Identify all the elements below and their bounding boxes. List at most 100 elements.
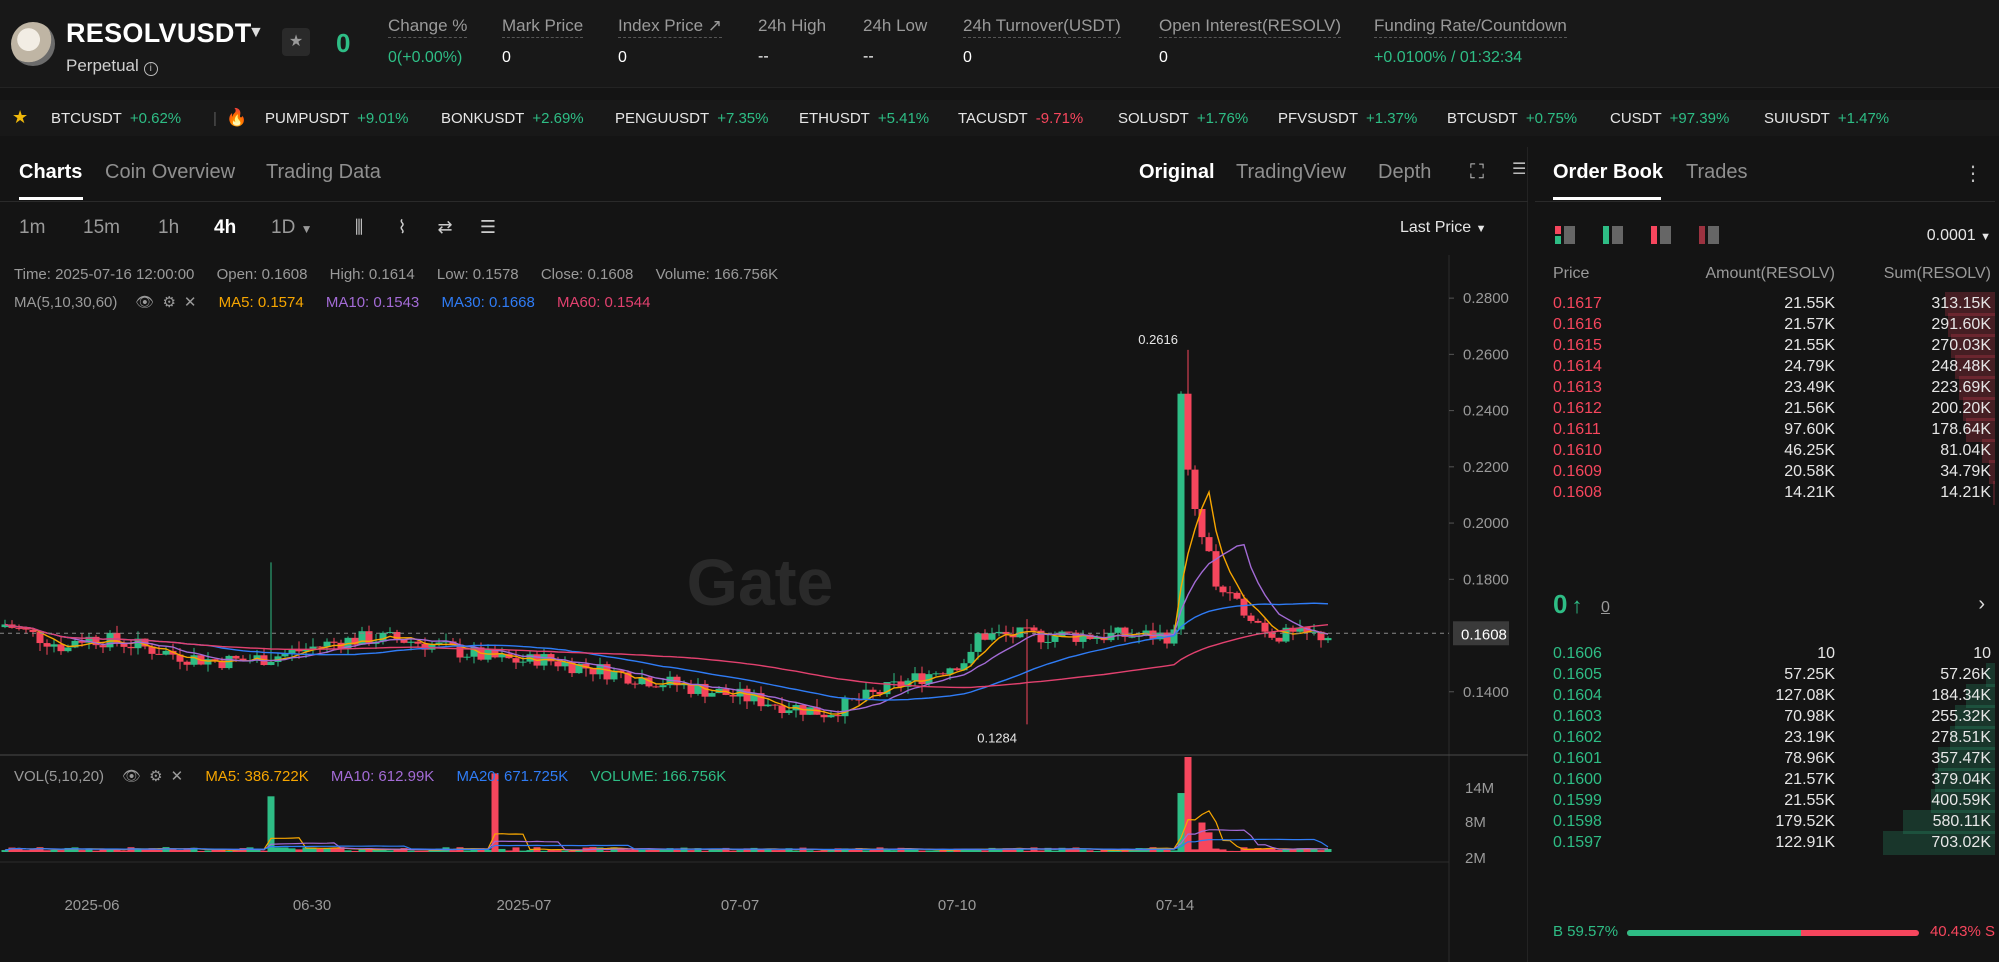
market-item[interactable]: TACUSDT -9.71% [958, 110, 1083, 127]
interval-1m[interactable]: 1m [19, 217, 45, 239]
tab-charts[interactable]: Charts [19, 161, 82, 184]
info-icon[interactable]: i [143, 62, 158, 76]
interval-15m[interactable]: 15m [83, 217, 120, 239]
row-amount: 23.19K [1784, 729, 1835, 746]
market-symbol: ETHUSDT [799, 110, 870, 127]
eye-icon[interactable]: 👁 [122, 768, 141, 785]
candle [288, 649, 296, 654]
candle [1030, 627, 1038, 631]
eye-icon[interactable]: 👁 [135, 294, 154, 311]
market-item[interactable]: ETHUSDT +5.41% [799, 110, 929, 127]
volume-bar [386, 850, 394, 852]
external-link-icon[interactable]: ↗ [708, 16, 722, 35]
more-icon[interactable]: ⋮ [1963, 161, 1983, 186]
candle [890, 681, 898, 683]
close-icon[interactable]: ✕ [171, 768, 184, 785]
list-icon[interactable]: ☰ [476, 215, 500, 239]
volume-bar [673, 850, 681, 852]
symbol-title[interactable]: RESOLVUSDT [66, 18, 252, 49]
view-tab-original[interactable]: Original [1139, 161, 1215, 184]
last-price: 0 [336, 28, 351, 58]
layout-both-icon[interactable] [1553, 224, 1577, 251]
market-symbol: PENGUUSDT [615, 110, 710, 127]
menu-icon[interactable]: ☰ [1512, 159, 1526, 179]
market-symbol: SOLUSDT [1118, 110, 1189, 127]
settings-icon[interactable]: ⚙ [162, 294, 175, 311]
tab-coin-overview[interactable]: Coin Overview [105, 161, 235, 184]
volume-bar [274, 847, 282, 852]
layout-bids-icon[interactable] [1601, 224, 1625, 251]
favorite-star-button[interactable]: ★ [282, 28, 310, 56]
star-icon[interactable]: ★ [12, 107, 28, 128]
close-icon[interactable]: ✕ [184, 294, 197, 311]
ticker-header: RESOLVUSDT ▼ Perpetual i ★ 0 Change % 0(+… [0, 0, 1999, 88]
ma10-value: MA10: 0.1543 [325, 294, 420, 311]
market-item[interactable]: SUIUSDT +1.47% [1764, 110, 1889, 127]
market-item[interactable]: PFVSUSDT +1.37% [1278, 110, 1417, 127]
interval-1d-label: 1D [271, 217, 296, 238]
price-tick-label: 0.2000 [1463, 515, 1509, 532]
market-change: +7.35% [717, 110, 769, 127]
row-amount: 10 [1817, 645, 1835, 662]
market-item[interactable]: SOLUSDT +1.76% [1118, 110, 1248, 127]
bid-row[interactable]: 0.1597 122.91K 703.02K [1535, 830, 1995, 856]
candle [652, 686, 660, 688]
layout-asks-icon[interactable] [1649, 224, 1673, 251]
row-amount: 57.25K [1784, 666, 1835, 683]
ask-row[interactable]: 0.1608 14.21K 14.21K [1535, 480, 1995, 506]
price-tick-label: 0.2800 [1463, 290, 1509, 307]
candle [1184, 393, 1192, 470]
candle-type-icon[interactable]: ⫼ [347, 215, 371, 239]
candle [1254, 620, 1262, 623]
chevron-down-icon[interactable]: ▼ [248, 24, 264, 42]
price-type-select[interactable]: Last Price ▼ [1400, 219, 1486, 237]
fullscreen-icon[interactable]: ⛶ [1470, 161, 1484, 184]
tab-order-book[interactable]: Order Book [1553, 161, 1663, 184]
indicator-icon[interactable]: ⌇ [390, 215, 414, 239]
market-item[interactable]: BTCUSDT +0.62% [51, 110, 181, 127]
candle [512, 658, 520, 663]
candle [1051, 636, 1059, 642]
stat-label[interactable]: Index Price ↗ [618, 16, 723, 38]
swap-icon[interactable]: ⇄ [433, 215, 457, 239]
volume-bar [1037, 850, 1045, 852]
row-sum: 57.26K [1940, 666, 1991, 683]
market-item[interactable]: CUSDT +97.39% [1610, 110, 1729, 127]
mid-price-value: 0 [1553, 589, 1568, 619]
stat-value: 0 [963, 49, 972, 66]
candle [1177, 393, 1185, 630]
precision-select[interactable]: 0.0001 ▼ [1927, 227, 1991, 245]
view-tab-depth[interactable]: Depth [1378, 161, 1431, 184]
gate-watermark: Gate [687, 545, 834, 619]
layout-trades-icon[interactable] [1697, 224, 1721, 251]
interval-1d[interactable]: 1D ▼ [271, 217, 312, 239]
candle [729, 694, 737, 697]
panel-divider [1535, 201, 1995, 202]
stat-label: Funding Rate/Countdown [1374, 16, 1567, 38]
market-strip: ★ BTCUSDT +0.62% | 🔥 PUMPUSDT +9.01% BONKU… [0, 100, 1999, 136]
ratio-bar [1627, 930, 1919, 936]
orderbook-panel: Order Book Trades ⋮ 0.0001 ▼ Price Amoun… [1535, 147, 1999, 962]
market-change: +97.39% [1669, 110, 1730, 127]
candle [911, 673, 919, 681]
tab-underline [1553, 197, 1661, 200]
volume-bar [554, 850, 562, 852]
view-tab-tradingview[interactable]: TradingView [1236, 161, 1346, 184]
interval-1h[interactable]: 1h [158, 217, 179, 239]
market-item[interactable]: BTCUSDT +0.75% [1447, 110, 1577, 127]
market-item[interactable]: PUMPUSDT +9.01% [265, 110, 408, 127]
price-chart[interactable]: 0.2800 0.2600 0.2400 0.2200 0.2000 0.1800 0.14… [0, 255, 1528, 962]
volume-bar [57, 850, 65, 852]
candle [162, 650, 170, 655]
interval-4h[interactable]: 4h [214, 217, 236, 239]
candle [988, 633, 996, 640]
tab-trading-data[interactable]: Trading Data [266, 161, 381, 184]
market-item[interactable]: BONKUSDT +2.69% [441, 110, 584, 127]
time-tick-label: 07-07 [721, 897, 759, 914]
row-amount: 14.21K [1784, 484, 1835, 501]
market-item[interactable]: PENGUUSDT +7.35% [615, 110, 768, 127]
chevron-right-icon[interactable]: › [1978, 593, 1985, 616]
row-price: 0.1616 [1553, 316, 1602, 333]
settings-icon[interactable]: ⚙ [149, 768, 162, 785]
tab-trades[interactable]: Trades [1686, 161, 1748, 184]
